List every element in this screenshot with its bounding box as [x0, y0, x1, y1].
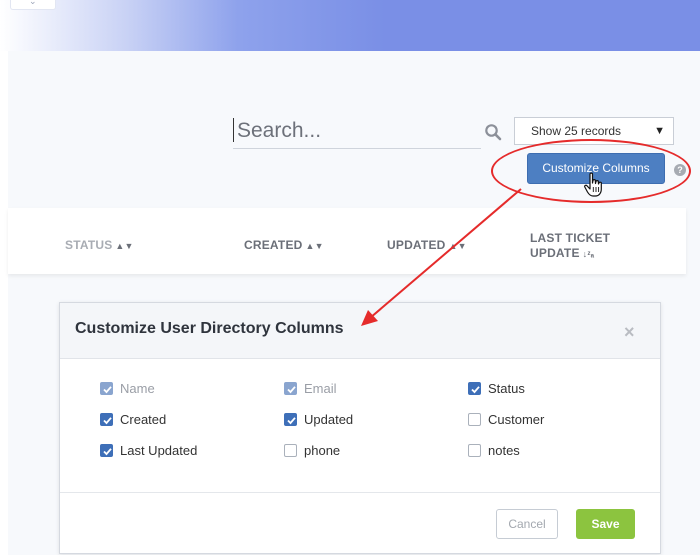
checkbox-label: Customer: [488, 412, 545, 427]
collapse-tab[interactable]: ⌄: [10, 0, 56, 10]
checkbox-label: Created: [120, 412, 167, 427]
column-header-last-ticket-update[interactable]: LAST TICKET UPDATE ↓ᶻₐ: [530, 231, 610, 262]
column-header-created[interactable]: CREATED ▲▼: [244, 238, 324, 252]
column-header-status[interactable]: STATUS ▲▼: [65, 238, 134, 252]
checkbox-checked-icon: [100, 382, 113, 395]
column-header-updated[interactable]: UPDATED ▲▼: [387, 238, 467, 252]
checkbox-checked-icon[interactable]: [100, 444, 113, 457]
modal-header: Customize User Directory Columns ×: [60, 303, 660, 359]
checkbox-label: Last Updated: [120, 443, 198, 458]
checkbox-unchecked-icon[interactable]: [468, 444, 481, 457]
search-field[interactable]: [233, 114, 481, 149]
search-icon[interactable]: [484, 123, 502, 141]
checkbox-checked-icon[interactable]: [100, 413, 113, 426]
hand-pointer-icon: [584, 172, 602, 197]
checkbox-checked-icon: [284, 382, 297, 395]
dropdown-arrow-icon: ▼: [654, 125, 665, 137]
chevron-down-icon: ⌄: [29, 0, 37, 6]
checkbox-checked-icon[interactable]: [284, 413, 297, 426]
search-input[interactable]: [235, 116, 479, 146]
sort-icon: ▲▼: [448, 241, 467, 251]
checkbox-label: Name: [120, 381, 155, 396]
checkbox-label: phone: [304, 443, 341, 458]
checkbox-unchecked-icon[interactable]: [284, 444, 297, 457]
checkbox-label: Email: [304, 381, 337, 396]
text-caret: [233, 118, 234, 142]
save-button[interactable]: Save: [576, 509, 635, 539]
sort-icon: ▲▼: [115, 241, 134, 251]
cancel-button[interactable]: Cancel: [496, 509, 558, 539]
records-select-value: Show 25 records: [531, 124, 622, 138]
modal-title: Customize User Directory Columns: [75, 320, 344, 337]
checkbox-unchecked-icon[interactable]: [468, 413, 481, 426]
sort-az-icon: ↓ᶻₐ: [582, 249, 595, 259]
top-banner: ⌄: [0, 0, 700, 51]
checkbox-label: Updated: [304, 412, 354, 427]
close-icon[interactable]: ×: [624, 323, 635, 341]
checkbox-label: notes: [488, 443, 520, 458]
customize-columns-modal: Customize User Directory Columns × Name E…: [59, 302, 661, 554]
checkbox-checked-icon[interactable]: [468, 382, 481, 395]
checkbox-label: Status: [488, 381, 525, 396]
table-header: STATUS ▲▼ CREATED ▲▼ UPDATED ▲▼ LAST TICKET…: [8, 208, 686, 274]
sort-icon: ▲▼: [305, 241, 324, 251]
modal-footer-divider: [60, 492, 660, 493]
